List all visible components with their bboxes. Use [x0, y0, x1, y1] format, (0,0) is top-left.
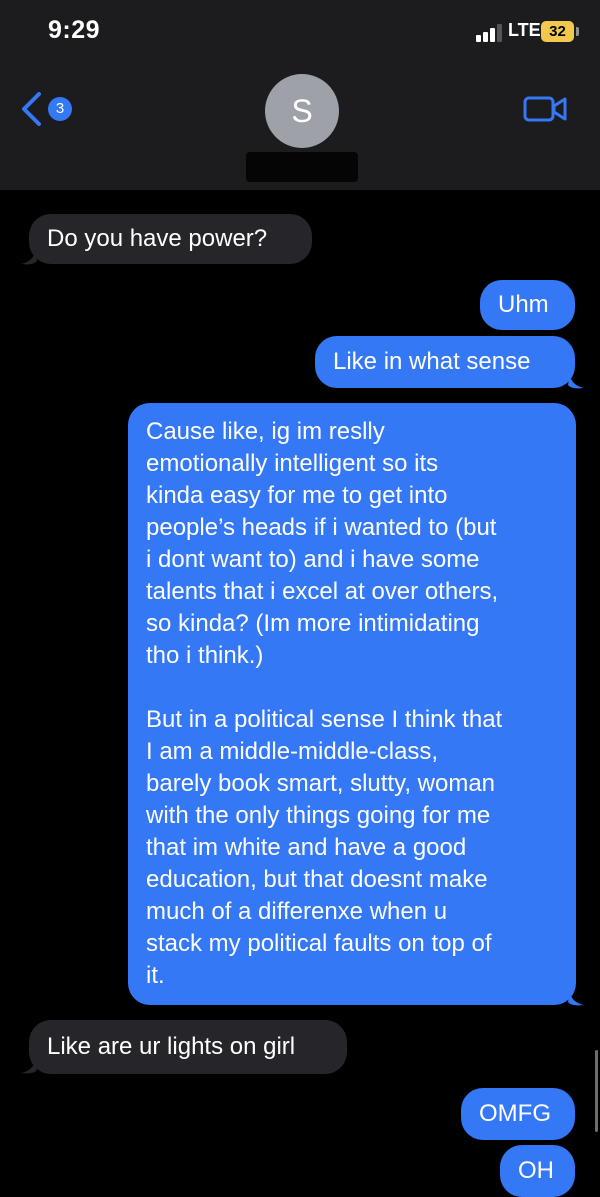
network-type: LTE: [508, 20, 541, 40]
battery-icon: 32: [541, 21, 574, 42]
conversation-header: 9:29 LTE 32 3 S: [0, 0, 600, 190]
incoming-tail: [21, 249, 37, 265]
outgoing-message[interactable]: Cause like, ig im reslly emotionally int…: [128, 403, 576, 1005]
incoming-message[interactable]: Like are ur lights on girl: [29, 1020, 347, 1074]
message-text: Like in what sense: [333, 348, 531, 375]
scrollbar[interactable]: [595, 1050, 598, 1132]
outgoing-message[interactable]: OMFG: [461, 1088, 575, 1140]
message-paragraph: But in a political sense I think that I …: [146, 706, 503, 989]
outgoing-tail: [568, 373, 584, 389]
message-paragraph: Cause like, ig im reslly emotionally int…: [146, 418, 499, 669]
message-text: Uhm: [498, 291, 549, 318]
outgoing-message[interactable]: Like in what sense: [315, 336, 575, 388]
outgoing-message[interactable]: OH: [500, 1145, 575, 1197]
contact-name-redacted[interactable]: [246, 152, 358, 182]
status-time: 9:29: [48, 16, 101, 44]
video-camera-icon[interactable]: [523, 95, 567, 123]
contact-avatar[interactable]: S: [265, 74, 339, 148]
message-text: Like are ur lights on girl: [47, 1033, 296, 1060]
back-chevron-icon[interactable]: [20, 92, 42, 126]
message-text: OMFG: [479, 1100, 551, 1127]
outgoing-tail: [568, 990, 584, 1006]
incoming-tail: [21, 1058, 37, 1074]
signal-icon: [476, 24, 502, 42]
message-text: OH: [518, 1157, 554, 1184]
battery-cap: [576, 27, 579, 36]
outgoing-message[interactable]: Uhm: [480, 280, 575, 330]
unread-count-badge[interactable]: 3: [48, 97, 72, 121]
incoming-message[interactable]: Do you have power?: [29, 214, 312, 264]
message-text: Do you have power?: [47, 225, 268, 252]
